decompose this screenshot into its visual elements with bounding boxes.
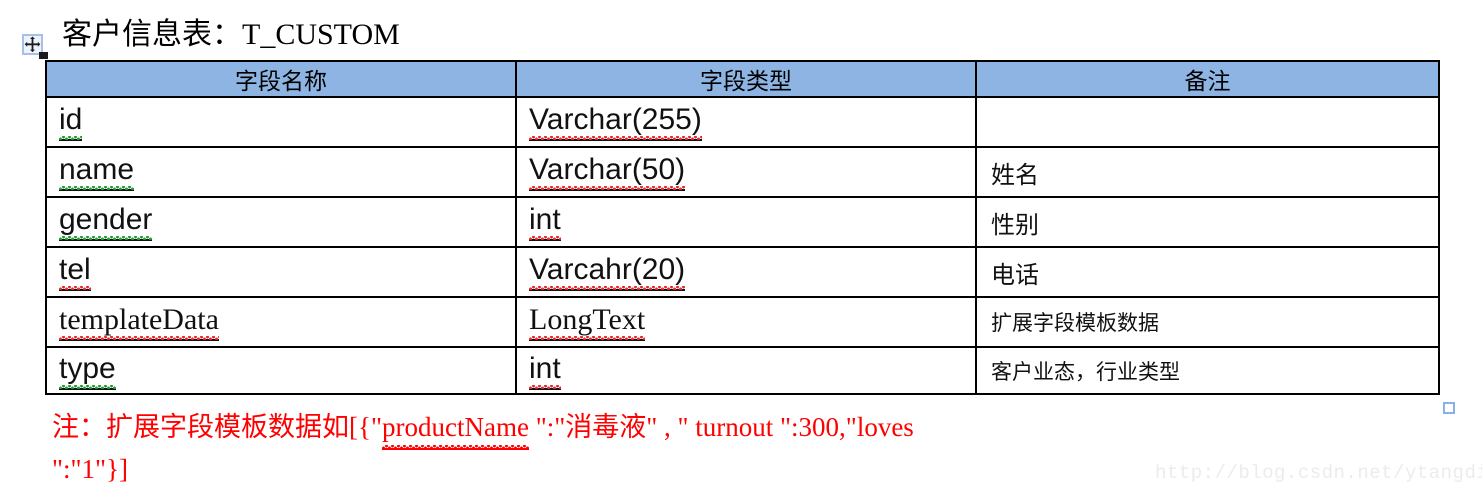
field-name-text: tel — [59, 253, 91, 291]
column-header-field-name: 字段名称 — [45, 60, 517, 98]
cell-field-name: gender — [45, 196, 517, 248]
field-type-text: int — [529, 352, 561, 390]
table-resize-handle-icon[interactable] — [1443, 402, 1455, 414]
cell-remark: 扩展字段模板数据 — [975, 296, 1440, 348]
cell-field-name: type — [45, 346, 517, 395]
watermark: http://blog.csdn.net/ytangdig1 — [1155, 462, 1482, 484]
note-key-productname: productName — [381, 408, 529, 450]
cell-field-type: Varcahr(20) — [515, 246, 977, 298]
field-name-text: templateData — [59, 303, 219, 341]
table-row: templateData LongText 扩展字段模板数据 — [45, 296, 1440, 348]
note-paragraph: 注：扩展字段模板数据如[{"productName ":"消毒液" , " tu… — [52, 408, 1322, 488]
field-name-text: id — [59, 103, 83, 141]
cell-field-name: name — [45, 146, 517, 198]
field-type-text: Varchar(255) — [529, 103, 702, 141]
cell-field-type: LongText — [515, 296, 977, 348]
table-row: tel Varcahr(20) 电话 — [45, 246, 1440, 298]
move-handle-nub — [39, 52, 48, 59]
cell-remark — [975, 96, 1440, 148]
column-header-field-type: 字段类型 — [515, 60, 977, 98]
note-middle-text: ":"消毒液" , " turnout ":300,"loves — [528, 412, 914, 442]
table-row: name Varchar(50) 姓名 — [45, 146, 1440, 198]
field-name-text: gender — [59, 203, 153, 241]
cell-remark: 电话 — [975, 246, 1440, 298]
field-name-text: name — [59, 153, 135, 191]
table-header-row: 字段名称 字段类型 备注 — [45, 60, 1440, 98]
field-type-text: int — [529, 203, 561, 241]
table-row: id Varchar(255) — [45, 96, 1440, 148]
cell-field-type: int — [515, 196, 977, 248]
customer-schema-table: 字段名称 字段类型 备注 id Varchar(255) name Varcha… — [45, 60, 1440, 395]
field-type-text: LongText — [529, 303, 646, 341]
cell-field-type: Varchar(50) — [515, 146, 977, 198]
field-type-text: Varchar(50) — [529, 153, 686, 191]
cell-field-type: Varchar(255) — [515, 96, 977, 148]
cell-field-type: int — [515, 346, 977, 395]
cell-field-name: tel — [45, 246, 517, 298]
cell-remark: 性别 — [975, 196, 1440, 248]
field-type-text: Varcahr(20) — [529, 253, 686, 291]
column-header-remark: 备注 — [975, 60, 1440, 98]
table-row: type int 客户业态，行业类型 — [45, 346, 1440, 395]
cell-field-name: templateData — [45, 296, 517, 348]
page-title: 客户信息表：T_CUSTOM — [62, 18, 400, 51]
cell-remark: 客户业态，行业类型 — [975, 346, 1440, 395]
field-name-text: type — [59, 352, 116, 390]
table-row: gender int 性别 — [45, 196, 1440, 248]
cell-field-name: id — [45, 96, 517, 148]
note-line2-text: ":"1"}] — [52, 454, 129, 484]
cell-remark: 姓名 — [975, 146, 1440, 198]
note-prefix-text: 注：扩展字段模板数据如[{" — [52, 412, 382, 442]
move-four-arrows-icon — [24, 36, 41, 53]
